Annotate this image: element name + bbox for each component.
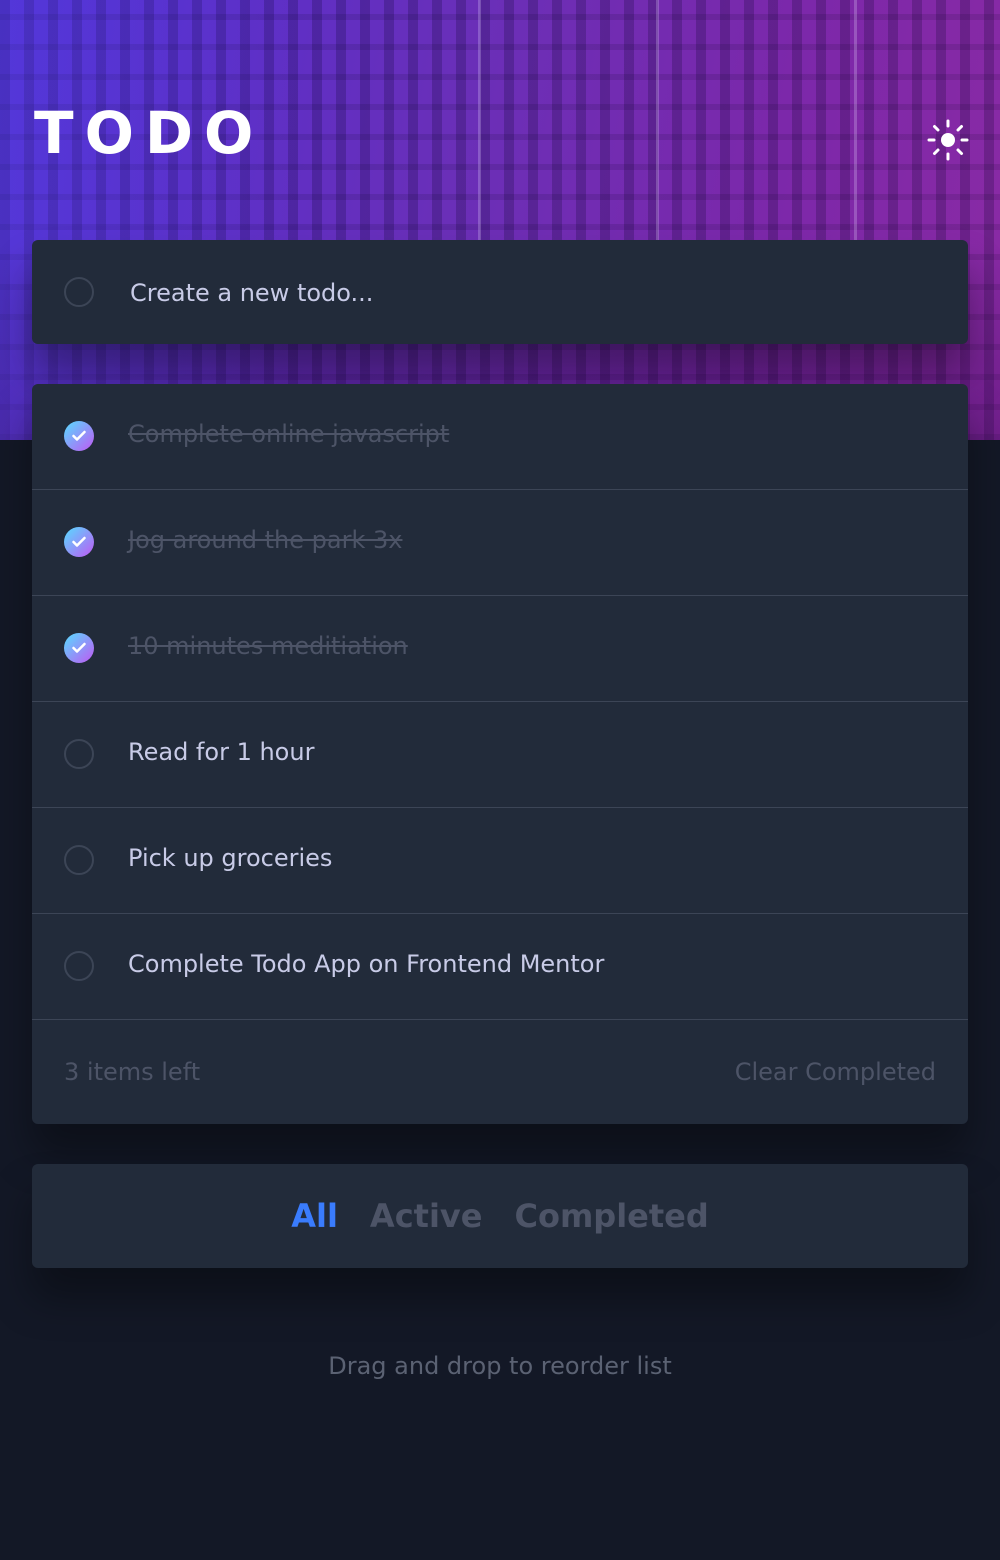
todo-checkbox[interactable]: [64, 739, 94, 769]
todo-text: 10 minutes meditiation: [128, 632, 408, 660]
theme-toggle-button[interactable]: [926, 118, 970, 162]
new-todo-form: [32, 240, 968, 344]
list-footer: 3 items left Clear Completed: [32, 1020, 968, 1124]
header-background: [0, 0, 1000, 440]
todo-checkbox[interactable]: [64, 421, 94, 451]
new-todo-checkbox[interactable]: [64, 277, 94, 307]
todo-item[interactable]: Read for 1 hour: [32, 702, 968, 808]
reorder-hint: Drag and drop to reorder list: [328, 1352, 672, 1380]
todo-item[interactable]: Jog around the park 3x: [32, 490, 968, 596]
todo-checkbox[interactable]: [64, 633, 94, 663]
todo-text: Complete Todo App on Frontend Mentor: [128, 950, 605, 978]
todo-item[interactable]: Pick up groceries: [32, 808, 968, 914]
todo-text: Pick up groceries: [128, 844, 333, 872]
items-left-count: 3 items left: [64, 1058, 201, 1086]
background-line: [478, 0, 481, 240]
check-icon: [72, 430, 86, 441]
todo-text: Complete online javascript: [128, 420, 450, 448]
todo-checkbox[interactable]: [64, 951, 94, 981]
new-todo-input[interactable]: [128, 268, 932, 318]
todo-checkbox[interactable]: [64, 527, 94, 557]
todo-item[interactable]: Complete Todo App on Frontend Mentor: [32, 914, 968, 1020]
background-line: [656, 0, 659, 240]
todo-text: Jog around the park 3x: [128, 526, 403, 554]
background-line: [854, 0, 857, 240]
todo-checkbox[interactable]: [64, 845, 94, 875]
filter-active[interactable]: Active: [370, 1196, 483, 1236]
todo-item[interactable]: 10 minutes meditiation: [32, 596, 968, 702]
filter-all[interactable]: All: [291, 1196, 338, 1236]
todo-text: Read for 1 hour: [128, 738, 315, 766]
filter-completed[interactable]: Completed: [514, 1196, 708, 1236]
todo-list: Complete online javascript Jog around th…: [32, 384, 968, 1124]
filter-bar: All Active Completed: [32, 1164, 968, 1268]
check-icon: [72, 536, 86, 547]
check-icon: [72, 642, 86, 653]
sun-icon: [927, 119, 969, 161]
clear-completed-button[interactable]: Clear Completed: [735, 1054, 936, 1090]
app-title: TODO: [34, 99, 265, 167]
todo-item[interactable]: Complete online javascript: [32, 384, 968, 490]
